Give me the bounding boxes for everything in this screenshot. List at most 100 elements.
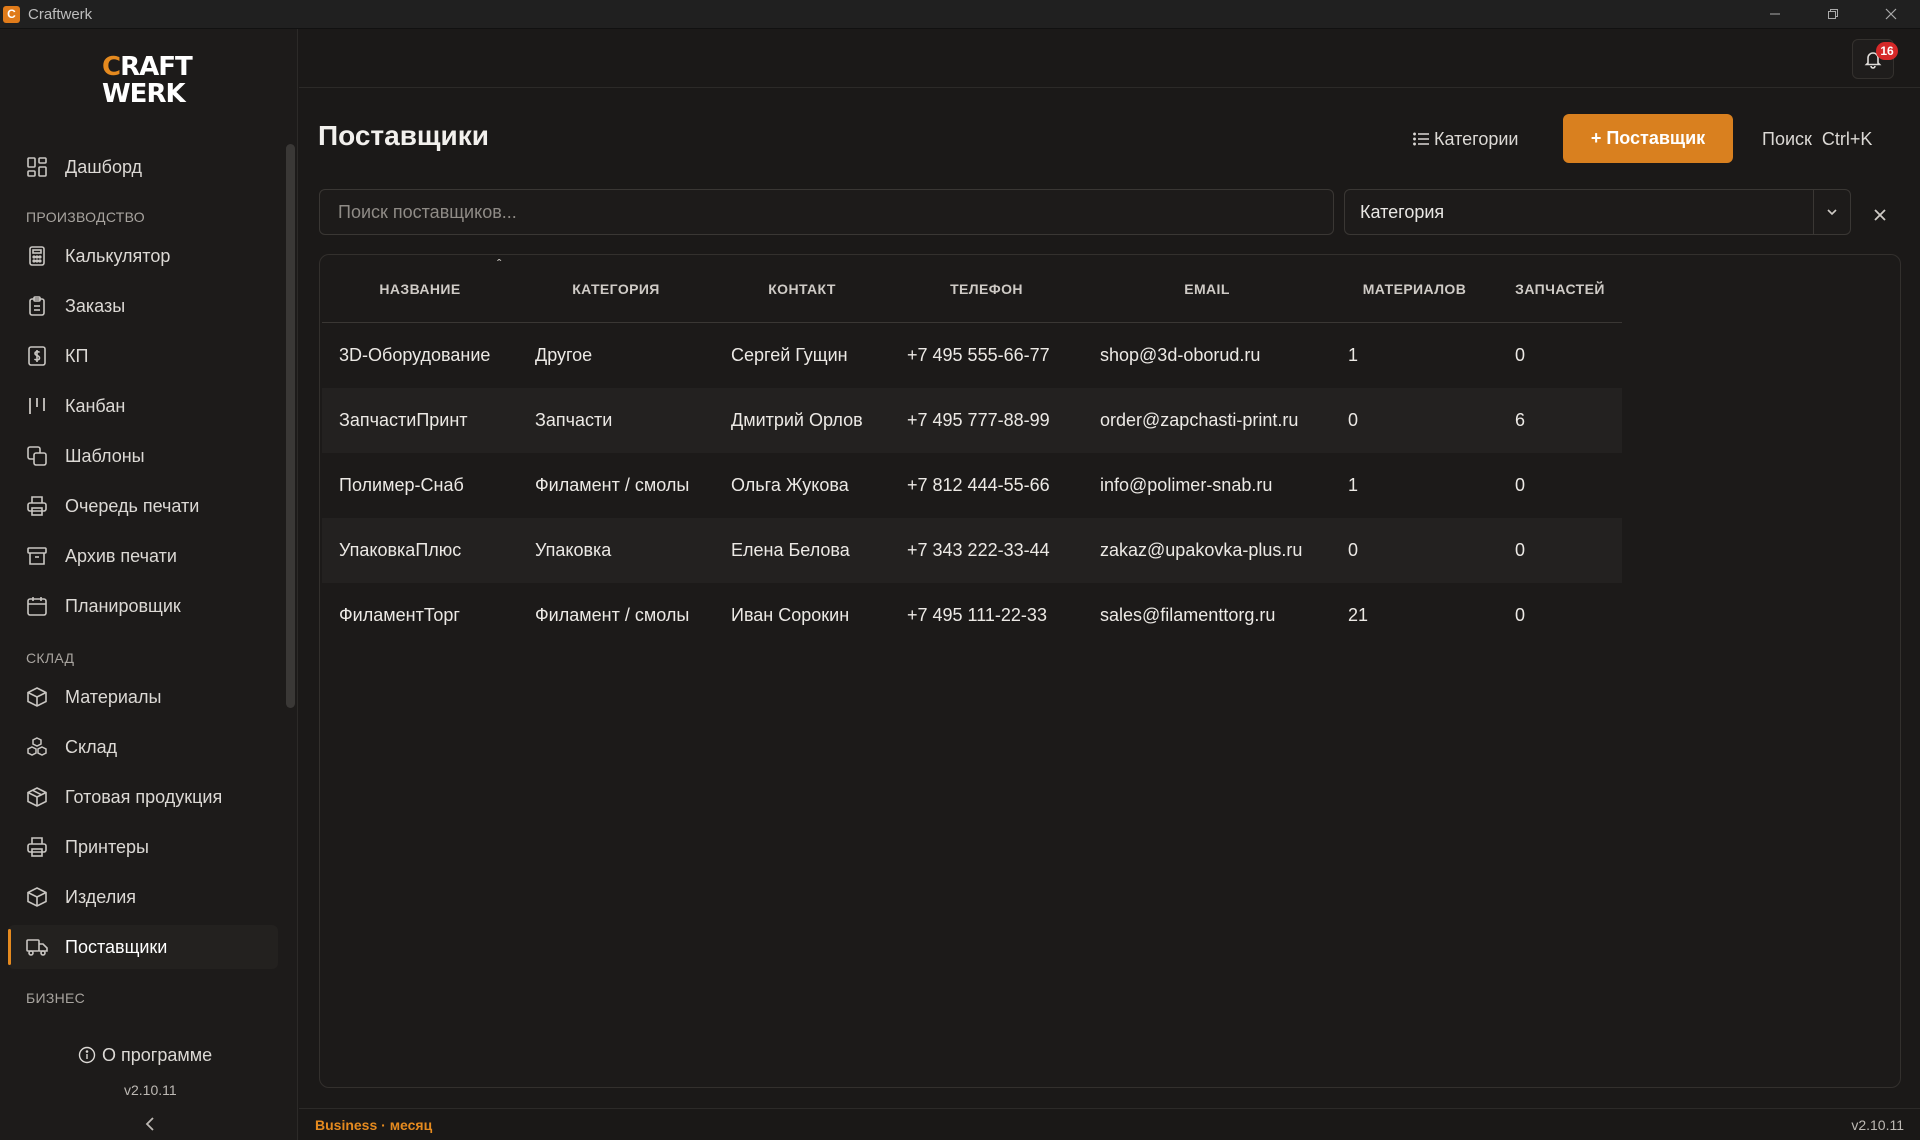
app-version: v2.10.11 — [1851, 1116, 1904, 1133]
sidebar-item-products[interactable]: Изделия — [8, 875, 278, 919]
copy-icon — [25, 444, 49, 468]
cell-category: Запчасти — [535, 410, 613, 430]
cube-icon — [25, 885, 49, 909]
about-link[interactable]: О программе — [78, 1043, 228, 1067]
supplier-search-input[interactable] — [319, 189, 1334, 235]
craftwerk-logo[interactable]: CRAFT WERK — [102, 54, 198, 110]
column-header-materials[interactable]: МАТЕРИАЛОВ — [1331, 255, 1498, 323]
cell-contact: Дмитрий Орлов — [731, 410, 863, 430]
column-header-category[interactable]: КАТЕГОРИЯ — [518, 255, 714, 323]
category-select-value: Категория — [1360, 201, 1445, 222]
cell-materials: 21 — [1348, 605, 1369, 625]
restore-button[interactable] — [1804, 0, 1862, 29]
sidebar-item-scheduler[interactable]: Планировщик — [8, 584, 278, 628]
cell-name: 3D-Оборудование — [339, 345, 491, 365]
sidebar-item-label: Калькулятор — [65, 245, 171, 266]
cell-contact: Иван Сорокин — [731, 605, 850, 625]
category-select[interactable]: Категория — [1344, 189, 1851, 235]
sidebar-scrollbar[interactable] — [286, 144, 295, 708]
sidebar-item-suppliers[interactable]: Поставщики — [8, 925, 278, 969]
table-header: НАЗВАНИЕ ˆ КАТЕГОРИЯ КОНТАКТ ТЕЛЕФОН EMA… — [322, 255, 1622, 323]
sidebar-item-orders[interactable]: Заказы — [8, 284, 278, 328]
category-dropdown-toggle[interactable] — [1813, 190, 1850, 234]
cell-email: order@zapchasti-print.ru — [1100, 410, 1299, 430]
archive-icon — [25, 544, 49, 568]
box-icon — [25, 685, 49, 709]
categories-label: Категории — [1434, 128, 1519, 149]
about-label: О программе — [102, 1044, 213, 1065]
package-icon — [25, 785, 49, 809]
minimize-button[interactable] — [1746, 0, 1804, 29]
sidebar-item-finished-products[interactable]: Готовая продукция — [8, 775, 278, 819]
column-header-name[interactable]: НАЗВАНИЕ ˆ — [322, 255, 518, 323]
sidebar-item-label: Канбан — [65, 395, 126, 416]
cell-materials: 0 — [1348, 410, 1359, 430]
table-row[interactable]: ЗапчастиПринт Запчасти Дмитрий Орлов +7 … — [322, 388, 1622, 453]
printer-icon — [25, 494, 49, 518]
boxes-icon — [25, 735, 49, 759]
cell-email: shop@3d-oborud.ru — [1100, 345, 1261, 365]
kanban-icon — [25, 394, 49, 418]
section-production: ПРОИЗВОДСТВО — [26, 209, 145, 225]
add-supplier-button[interactable]: + Поставщик — [1563, 114, 1733, 163]
restore-icon — [1828, 9, 1838, 19]
close-icon — [1885, 8, 1897, 20]
chevron-down-icon — [1827, 209, 1837, 216]
table-row[interactable]: УпаковкаПлюс Упаковка Елена Белова +7 34… — [322, 518, 1622, 583]
cell-contact: Ольга Жукова — [731, 475, 849, 495]
table-row[interactable]: 3D-Оборудование Другое Сергей Гущин +7 4… — [322, 323, 1622, 388]
cell-phone: +7 495 111-22-33 — [907, 605, 1047, 625]
sidebar-item-materials[interactable]: Материалы — [8, 675, 278, 719]
minimize-icon — [1770, 13, 1780, 15]
section-business: БИЗНЕС — [26, 990, 86, 1006]
page-title: Поставщики — [318, 120, 489, 151]
calendar-icon — [25, 594, 49, 618]
close-icon — [1874, 209, 1886, 221]
cell-phone: +7 812 444-55-66 — [907, 475, 1050, 495]
sidebar-item-print-queue[interactable]: Очередь печати — [8, 484, 278, 528]
cell-name: ФиламентТорг — [339, 605, 460, 625]
sort-asc-icon: ˆ — [497, 257, 502, 271]
table-row[interactable]: Полимер-Снаб Филамент / смолы Ольга Жуко… — [322, 453, 1622, 518]
sidebar-item-label: Очередь печати — [65, 495, 200, 516]
sidebar-item-label: Изделия — [65, 886, 137, 907]
sidebar-item-warehouse[interactable]: Склад — [8, 725, 278, 769]
sidebar-item-label: Готовая продукция — [65, 786, 223, 807]
cell-email: sales@filamenttorg.ru — [1100, 605, 1276, 625]
sidebar-item-kanban[interactable]: Канбан — [8, 384, 278, 428]
section-warehouse: СКЛАД — [26, 650, 75, 666]
cell-email: zakaz@upakovka-plus.ru — [1100, 540, 1303, 560]
cell-name: УпаковкаПлюс — [339, 540, 462, 560]
sidebar-item-dashboard[interactable]: Дашборд — [8, 145, 278, 189]
sidebar-item-label: Поставщики — [65, 936, 168, 957]
column-header-phone[interactable]: ТЕЛЕФОН — [890, 255, 1083, 323]
sidebar: CRAFT WERK Дашборд ПРОИЗВОДСТВО Калькуля… — [0, 29, 298, 1140]
cell-name: Полимер-Снаб — [339, 475, 464, 495]
sidebar-item-print-archive[interactable]: Архив печати — [8, 534, 278, 578]
sidebar-item-templates[interactable]: Шаблоны — [8, 434, 278, 478]
sidebar-item-printers[interactable]: Принтеры — [8, 825, 278, 869]
table-row[interactable]: ФиламентТорг Филамент / смолы Иван Сорок… — [322, 583, 1622, 648]
chevron-left-icon — [145, 1117, 154, 1131]
column-header-email[interactable]: EMAIL — [1083, 255, 1331, 323]
info-icon — [78, 1046, 96, 1064]
sidebar-item-kp[interactable]: КП — [8, 334, 278, 378]
window-titlebar: C Craftwerk — [0, 0, 1920, 29]
sidebar-item-calculator[interactable]: Калькулятор — [8, 234, 278, 278]
plan-label[interactable]: Business · месяц — [315, 1117, 432, 1133]
cell-parts: 0 — [1515, 345, 1526, 365]
cell-contact: Елена Белова — [731, 540, 850, 560]
statusbar: Business · месяц v2.10.11 — [299, 1108, 1920, 1140]
column-header-contact[interactable]: КОНТАКТ — [714, 255, 890, 323]
dashboard-icon — [25, 155, 49, 179]
suppliers-table: НАЗВАНИЕ ˆ КАТЕГОРИЯ КОНТАКТ ТЕЛЕФОН EMA… — [319, 254, 1901, 1088]
clear-filters-button[interactable] — [1869, 204, 1891, 226]
sidebar-item-label: Шаблоны — [65, 445, 145, 466]
categories-button[interactable]: Категории — [1412, 124, 1518, 154]
column-header-parts[interactable]: ЗАПЧАСТЕЙ — [1498, 255, 1622, 323]
cell-category: Упаковка — [535, 540, 612, 560]
cell-parts: 0 — [1515, 475, 1526, 495]
collapse-sidebar-button[interactable] — [140, 1114, 160, 1134]
global-search-button[interactable]: Поиск Ctrl+K — [1762, 124, 1872, 154]
close-window-button[interactable] — [1862, 0, 1920, 29]
